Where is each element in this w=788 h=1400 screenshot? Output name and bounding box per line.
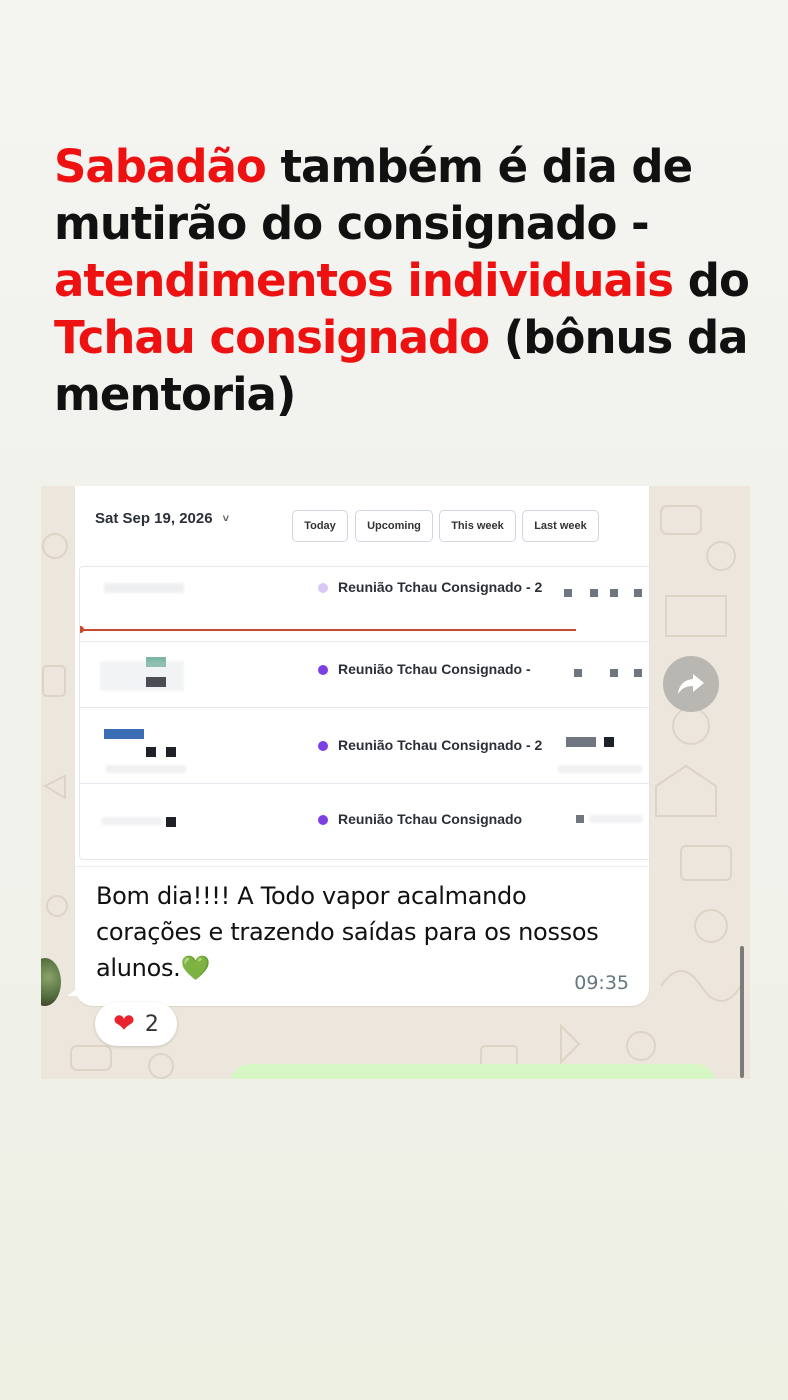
headline: Sabadão também é dia de mutirão do consi… — [54, 138, 754, 423]
redacted-text — [558, 765, 642, 773]
headline-text-2: do — [673, 254, 750, 307]
filter-today-button[interactable]: Today — [292, 510, 348, 542]
green-heart-icon: 💚 — [180, 954, 211, 982]
redacted-pixel — [166, 747, 176, 757]
outgoing-message-bubble[interactable] — [231, 1064, 715, 1079]
redacted-text — [104, 583, 184, 593]
date-selector[interactable]: Sat Sep 19, 2026 ˅ — [95, 510, 229, 527]
filter-last-week-button[interactable]: Last week — [522, 510, 599, 542]
forward-button[interactable] — [663, 656, 719, 712]
redacted-text — [100, 661, 184, 691]
forward-icon — [678, 674, 704, 694]
redacted-pixel — [576, 815, 584, 823]
redacted-text — [102, 817, 162, 825]
redacted-pixel — [104, 729, 144, 739]
event-dot — [318, 665, 328, 675]
reaction-count: 2 — [144, 1011, 159, 1037]
event-row[interactable]: Reunião Tchau Consignado - — [80, 633, 650, 708]
reaction-badge[interactable]: ❤ 2 — [95, 1002, 177, 1046]
heart-icon: ❤ — [113, 1009, 135, 1039]
headline-tchau-consignado: Tchau consignado — [54, 311, 490, 364]
event-list: Reunião Tchau Consignado - 2 Reunião Tch… — [79, 566, 651, 860]
redacted-pixel — [590, 589, 598, 597]
event-row[interactable]: Reunião Tchau Consignado - 2 — [80, 707, 650, 784]
redacted-pixel — [610, 589, 618, 597]
current-time-line — [80, 629, 576, 631]
event-dot — [318, 741, 328, 751]
event-title: Reunião Tchau Consignado - 2 — [338, 579, 543, 595]
bubble-tail — [67, 986, 81, 996]
date-label: Sat Sep 19, 2026 — [95, 510, 213, 527]
redacted-text — [106, 765, 186, 773]
calendar-screenshot[interactable]: Sat Sep 19, 2026 ˅ Today Upcoming This w… — [75, 486, 651, 867]
chat-area: Sat Sep 19, 2026 ˅ Today Upcoming This w… — [41, 486, 750, 1079]
headline-atendimentos: atendimentos individuais — [54, 254, 674, 307]
event-row[interactable]: Reunião Tchau Consignado — [80, 783, 650, 859]
message-text: Bom dia!!!! A Todo vapor acalmando coraç… — [96, 878, 616, 986]
event-title: Reunião Tchau Consignado - — [338, 661, 531, 677]
redacted-pixel — [574, 669, 582, 677]
redacted-text — [590, 815, 642, 823]
chevron-down-icon: ˅ — [222, 512, 230, 525]
scrollbar[interactable] — [740, 946, 744, 1078]
redacted-pixel — [564, 589, 572, 597]
redacted-pixel — [634, 589, 642, 597]
redacted-pixel — [166, 817, 176, 827]
headline-sabadao: Sabadão — [54, 140, 267, 193]
redacted-pixel — [610, 669, 618, 677]
message-bubble[interactable]: Sat Sep 19, 2026 ˅ Today Upcoming This w… — [75, 486, 651, 1006]
redacted-pixel — [634, 669, 642, 677]
redacted-pixel — [566, 737, 596, 747]
event-dot — [318, 815, 328, 825]
event-dot — [318, 583, 328, 593]
event-row[interactable]: Reunião Tchau Consignado - 2 — [80, 567, 650, 642]
event-title: Reunião Tchau Consignado — [338, 811, 523, 827]
message-timestamp: 09:35 — [574, 972, 629, 994]
event-title: Reunião Tchau Consignado - 2 — [338, 737, 543, 753]
filter-this-week-button[interactable]: This week — [439, 510, 516, 542]
message-body: Bom dia!!!! A Todo vapor acalmando coraç… — [96, 882, 599, 982]
redacted-pixel — [604, 737, 614, 747]
redacted-pixel — [146, 747, 156, 757]
filter-upcoming-button[interactable]: Upcoming — [355, 510, 433, 542]
